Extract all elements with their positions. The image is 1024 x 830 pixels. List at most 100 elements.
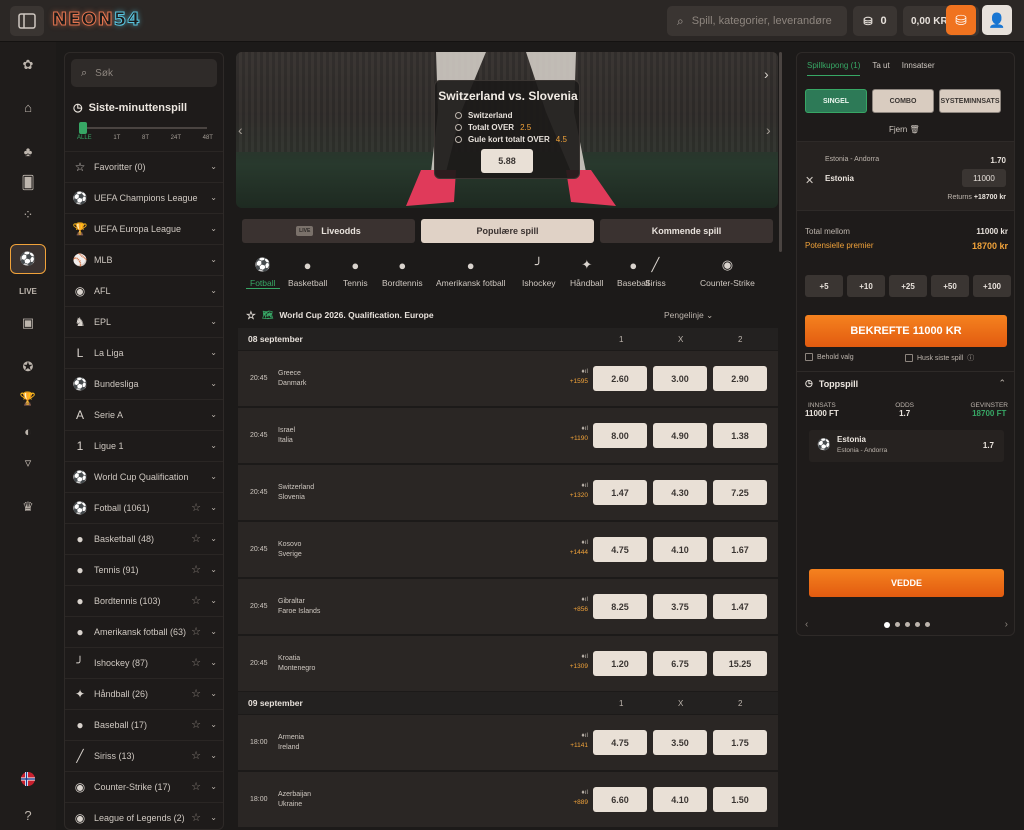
odds-button[interactable]: 15.25 [713, 651, 767, 676]
nav-item[interactable]: ⚽ Fotball (1061) ☆ ⌄ [65, 492, 223, 523]
time-slider-tick[interactable]: 48T [203, 135, 213, 141]
nav-item[interactable]: 1 Ligue 1 ⌄ [65, 430, 223, 461]
crown-icon[interactable]: ♛ [10, 492, 46, 522]
match-row[interactable]: 18:00 Azerbaijan Ukraine ♦ıl +889 6.60 4.10 1.5… [238, 771, 778, 827]
time-slider-handle[interactable] [79, 122, 87, 134]
profile-button[interactable]: 👤 [982, 5, 1012, 35]
nav-item[interactable]: ◉ Counter-Strike (17) ☆ ⌄ [65, 771, 223, 802]
chevron-right-icon[interactable]: › [1005, 619, 1008, 630]
sport-tab[interactable]: ● Amerikansk fotball [432, 256, 509, 289]
cards-icon[interactable]: 🂠 [10, 168, 46, 198]
chevron-down-icon[interactable]: ⌄ [210, 813, 217, 822]
odds-button[interactable]: 7.25 [713, 480, 767, 505]
chevron-down-icon[interactable]: ⌄ [210, 317, 217, 326]
deposit-button[interactable]: ⛁ [946, 5, 976, 35]
chevron-down-icon[interactable]: ⌄ [210, 565, 217, 574]
chevron-down-icon[interactable]: ⌄ [210, 255, 217, 264]
tab-1[interactable]: Populære spill [421, 219, 594, 243]
betslip-tab[interactable]: Ta ut [872, 61, 889, 76]
top-bets-header[interactable]: ◷ Toppspill [805, 378, 858, 389]
sport-tab[interactable]: ╯ Ishockey [518, 256, 560, 288]
time-slider-tick[interactable]: ALLE [77, 135, 92, 141]
top-bet-card[interactable]: ⚽ Estonia Estonia - Andorra 1.7 [809, 430, 1004, 462]
quick-stake-button[interactable]: +5 [805, 275, 843, 297]
odds-button[interactable]: 2.60 [593, 366, 647, 391]
chevron-down-icon[interactable]: ⌄ [210, 441, 217, 450]
nav-item[interactable]: 🏆 UEFA Europa League ⌄ [65, 213, 223, 244]
hero-banner[interactable]: ‹ › Switzerland vs. Slovenia Switzerland… [236, 52, 778, 208]
hero-next-arrow[interactable]: › [766, 122, 771, 138]
chevron-down-icon[interactable]: ⌄ [210, 689, 217, 698]
keep-selection-checkbox[interactable]: Behold valg [805, 353, 854, 361]
odds-button[interactable]: 1.75 [713, 730, 767, 755]
nav-item[interactable]: ☆ Favoritter (0) ⌄ [65, 151, 223, 182]
odds-button[interactable]: 3.50 [653, 730, 707, 755]
chevron-right-icon[interactable]: › [764, 66, 769, 82]
bet-mode-button[interactable]: COMBO [872, 89, 934, 113]
match-row[interactable]: 20:45 Israel Italia ♦ıl +1190 8.00 4.90 1.38 [238, 407, 778, 463]
trophy-icon[interactable]: 🏆 [10, 384, 46, 414]
nav-item[interactable]: ◉ League of Legends (2) ☆ ⌄ [65, 802, 223, 829]
carousel-dot[interactable] [883, 621, 890, 628]
betslip-tab[interactable]: Innsatser [902, 61, 935, 76]
live-icon[interactable]: LIVE [10, 276, 46, 306]
palette-icon[interactable]: ◐ [10, 416, 46, 446]
tab-0[interactable]: LIVE Liveodds [242, 219, 415, 243]
chevron-down-icon[interactable]: ⌄ [210, 286, 217, 295]
nav-item[interactable]: ♞ EPL ⌄ [65, 306, 223, 337]
star-icon[interactable]: ☆ [191, 563, 201, 576]
match-row[interactable]: 20:45 Kosovo Sverige ♦ıl +1444 4.75 4.10 1.67 [238, 521, 778, 577]
sport-tab[interactable]: ✦ Håndball [566, 256, 608, 288]
nav-item[interactable]: ● Basketball (48) ☆ ⌄ [65, 523, 223, 554]
place-bet-button[interactable]: VEDDE [809, 569, 1004, 597]
time-slider-tick[interactable]: 24T [171, 135, 181, 141]
odds-button[interactable]: 1.47 [713, 594, 767, 619]
nav-item[interactable]: L La Liga ⌄ [65, 337, 223, 368]
hero-prev-arrow[interactable]: ‹ [238, 122, 243, 138]
nav-item[interactable]: ✦ Håndball (26) ☆ ⌄ [65, 678, 223, 709]
odds-button[interactable]: 4.75 [593, 537, 647, 562]
bet-mode-button[interactable]: SYSTEMINNSATS [939, 89, 1001, 113]
odds-button[interactable]: 1.50 [713, 787, 767, 812]
star-icon[interactable]: ☆ [191, 811, 201, 824]
nav-item[interactable]: ● Amerikansk fotball (63) ☆ ⌄ [65, 616, 223, 647]
odds-button[interactable]: 6.75 [653, 651, 707, 676]
chevron-down-icon[interactable]: ⌄ [210, 627, 217, 636]
star-icon[interactable]: ☆ [191, 501, 201, 514]
odds-button[interactable]: 6.60 [593, 787, 647, 812]
nav-item[interactable]: ⚽ World Cup Qualification ⌄ [65, 461, 223, 492]
nav-item[interactable]: ╯ Ishockey (87) ☆ ⌄ [65, 647, 223, 678]
chevron-down-icon[interactable]: ⌄ [210, 472, 217, 481]
stake-input[interactable]: 11000 [962, 169, 1006, 187]
search-input[interactable] [691, 15, 832, 27]
star-icon[interactable]: ☆ [191, 656, 201, 669]
odds-button[interactable]: 3.00 [653, 366, 707, 391]
gift-icon[interactable]: ✿ [10, 50, 46, 80]
odds-button[interactable]: 1.67 [713, 537, 767, 562]
chevron-down-icon[interactable]: ⌄ [210, 348, 217, 357]
close-icon[interactable]: ✕ [805, 174, 814, 187]
sidebar-toggle-button[interactable] [10, 6, 44, 36]
match-row[interactable]: 20:45 Greece Danmark ♦ıl +1595 2.60 3.00 2.90 [238, 350, 778, 406]
star-icon[interactable]: ☆ [191, 749, 201, 762]
sport-tab[interactable]: ● Tennis [339, 256, 372, 289]
carousel-dot[interactable] [894, 621, 900, 627]
logo[interactable]: NEON54 [52, 9, 141, 31]
sports-icon[interactable]: ⚽ [10, 244, 46, 274]
chevron-down-icon[interactable]: ⌄ [210, 658, 217, 667]
star-icon[interactable]: ☆ [191, 687, 201, 700]
odds-button[interactable]: 1.38 [713, 423, 767, 448]
star-icon[interactable]: ☆ [191, 532, 201, 545]
nav-item[interactable]: ● Tennis (91) ☆ ⌄ [65, 554, 223, 585]
nav-item[interactable]: ◉ AFL ⌄ [65, 275, 223, 306]
nav-search-input[interactable] [95, 67, 206, 79]
coins-display[interactable]: ⛁ 0 [853, 6, 897, 36]
confirm-bet-button[interactable]: BEKREFTE 11000 KR [805, 315, 1007, 347]
match-row[interactable]: 20:45 Switzerland Slovenia ♦ıl +1320 1.47 4.30… [238, 464, 778, 520]
casino-icon[interactable]: ♣ [10, 136, 46, 166]
tab-2[interactable]: Kommende spill [600, 219, 773, 243]
chevron-down-icon[interactable]: ⌄ [210, 410, 217, 419]
chevron-down-icon[interactable]: ⌄ [210, 534, 217, 543]
market-select[interactable]: Pengelinje ⌄ [664, 310, 713, 321]
sport-tab[interactable]: ◉ Counter-Strike [696, 256, 759, 288]
